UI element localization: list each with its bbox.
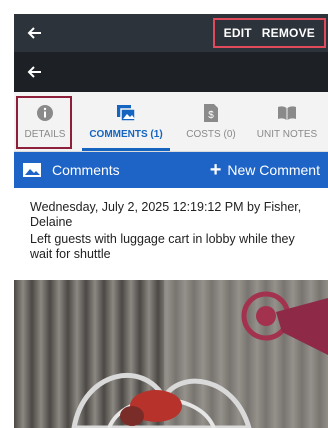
secondary-back-button[interactable] — [14, 53, 54, 91]
photo-comment-icon — [23, 163, 41, 177]
comment-photo[interactable] — [14, 280, 328, 428]
new-comment-label: New Comment — [227, 162, 320, 178]
back-arrow-icon — [27, 27, 41, 39]
comment-body: Left guests with luggage cart in lobby w… — [30, 232, 295, 261]
comment-item[interactable]: Wednesday, July 2, 2025 12:19:12 PM by F… — [14, 188, 328, 278]
plus-icon: + — [209, 159, 222, 181]
comments-title: Comments — [52, 162, 120, 178]
secondary-bar — [14, 52, 328, 92]
photo-image — [14, 280, 328, 428]
tab-costs[interactable]: $ COSTS (0) — [176, 92, 246, 151]
top-app-bar: EDIT REMOVE — [14, 14, 328, 52]
tab-strip: DETAILS COMMENTS (1) $ COSTS (0) UNIT NO… — [14, 92, 328, 152]
comment-header: Wednesday, July 2, 2025 12:19:12 PM by F… — [30, 200, 302, 229]
costs-document-icon: $ — [204, 104, 218, 122]
new-comment-button[interactable]: + New Comment — [210, 160, 320, 180]
edit-button[interactable]: EDIT — [219, 26, 257, 40]
tab-costs-label: COSTS (0) — [186, 129, 236, 140]
svg-text:$: $ — [208, 110, 214, 121]
frame-edge — [0, 0, 14, 428]
action-buttons-highlight: EDIT REMOVE — [212, 18, 326, 48]
back-arrow-icon — [27, 66, 41, 78]
book-icon — [278, 106, 296, 120]
comments-header-bar: Comments + New Comment — [14, 152, 328, 188]
photo-comment-icon — [117, 105, 136, 122]
tab-comments-label: COMMENTS (1) — [89, 129, 163, 140]
tab-unit-notes-label: UNIT NOTES — [256, 129, 318, 140]
tab-details[interactable]: DETAILS — [14, 92, 76, 151]
remove-button[interactable]: REMOVE — [257, 26, 320, 40]
back-button[interactable] — [14, 14, 54, 52]
tab-comments[interactable]: COMMENTS (1) — [76, 92, 176, 151]
tab-unit-notes[interactable]: UNIT NOTES — [246, 92, 328, 151]
details-highlight-box — [16, 96, 72, 149]
